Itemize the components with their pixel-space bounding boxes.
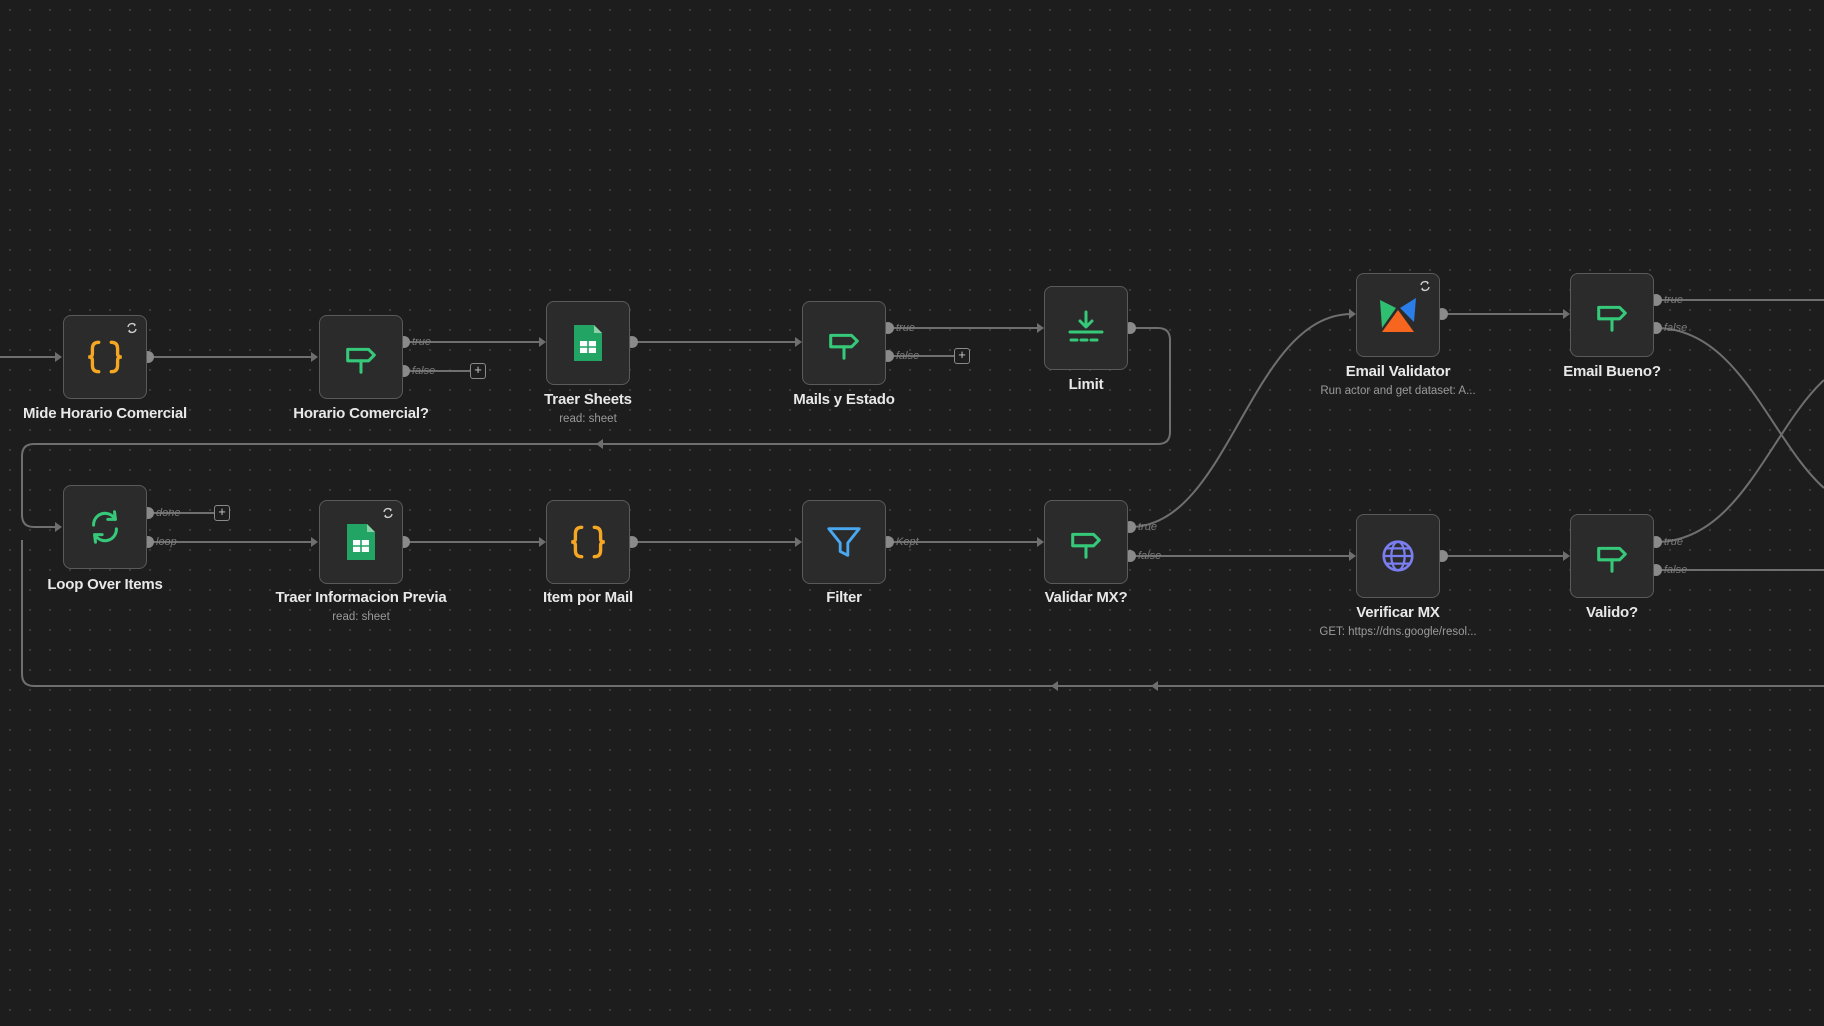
add-node-button-horario-false[interactable]: + — [470, 363, 486, 379]
code-braces-icon — [88, 340, 122, 374]
port-label-kept: Kept — [896, 536, 919, 548]
node-item-por-mail[interactable] — [546, 500, 630, 584]
port-label-done: done — [156, 507, 181, 519]
node-verificar-mx[interactable] — [1356, 514, 1440, 598]
node-traer-sheets[interactable] — [546, 301, 630, 385]
node-label: Verificar MX — [1356, 604, 1440, 621]
node-label: Horario Comercial? — [293, 405, 429, 422]
node-limit[interactable] — [1044, 286, 1128, 370]
port-label-false: false — [412, 365, 436, 377]
node-email-validator[interactable] — [1356, 273, 1440, 357]
arrow-loop-back — [596, 439, 603, 449]
arrow-limit — [1037, 323, 1044, 333]
node-valido[interactable] — [1570, 514, 1654, 598]
node-sublabel: GET: https://dns.google/resol... — [1319, 626, 1477, 638]
port-label-true: true — [1664, 536, 1683, 548]
arrow-filter — [795, 537, 802, 547]
signpost-icon — [1597, 546, 1627, 573]
repeat-badge-icon — [1420, 280, 1430, 292]
arrow-valido — [1563, 551, 1570, 561]
arrow-return-2 — [1151, 681, 1158, 691]
node-email-bueno[interactable] — [1570, 273, 1654, 357]
port-label-false: false — [1664, 564, 1688, 576]
add-node-button-loop-done[interactable]: + — [214, 505, 230, 521]
node-label: Item por Mail — [543, 589, 633, 606]
node-sublabel: read: sheet — [559, 413, 617, 425]
node-label: Email Validator — [1345, 363, 1451, 380]
connection-validarmx-true-emailvalidator — [1129, 313, 1353, 528]
arrow-emailbueno — [1563, 309, 1570, 319]
node-label: Mails y Estado — [793, 391, 895, 408]
google-sheets-icon — [347, 524, 375, 560]
port-label-true: true — [1664, 294, 1683, 306]
limit-icon — [1068, 310, 1104, 342]
node-label: Mide Horario Comercial — [23, 405, 187, 422]
node-label: Email Bueno? — [1563, 363, 1661, 380]
node-traer-informacion-previa[interactable] — [319, 500, 403, 584]
workflow-canvas[interactable]: true false true false true false done lo… — [0, 0, 1824, 1026]
node-loop-over-items[interactable] — [63, 485, 147, 569]
connections-layer — [0, 294, 1824, 691]
code-braces-icon — [571, 525, 605, 559]
arrow-verificar — [1349, 551, 1356, 561]
node-mide-horario-comercial[interactable] — [63, 315, 147, 399]
arrow-traer — [311, 537, 318, 547]
node-label: Traer Sheets — [544, 391, 632, 408]
apify-icon — [1380, 298, 1416, 332]
arrow-mide — [55, 352, 62, 362]
arrow-horario — [311, 352, 318, 362]
port-label-false: false — [1664, 322, 1688, 334]
port-label-true: true — [896, 322, 915, 334]
repeat-badge-icon — [383, 507, 393, 519]
arrow-return-1 — [1051, 681, 1058, 691]
node-label: Valido? — [1586, 604, 1638, 621]
signpost-icon — [1597, 305, 1627, 332]
loop-arrows-icon — [92, 510, 118, 544]
node-label: Loop Over Items — [47, 576, 163, 593]
port-label-loop: loop — [156, 536, 177, 548]
add-node-button-mails-false[interactable]: + — [954, 348, 970, 364]
arrow-validarmx — [1037, 537, 1044, 547]
arrow-mails — [795, 337, 802, 347]
port-label-true: true — [1138, 521, 1157, 533]
signpost-icon — [346, 347, 376, 374]
node-mails-y-estado[interactable] — [802, 301, 886, 385]
node-label: Limit — [1068, 376, 1104, 393]
signpost-icon — [829, 333, 859, 360]
port-label-true: true — [412, 336, 431, 348]
node-filter[interactable] — [802, 500, 886, 584]
node-sublabel: Run actor and get dataset: A... — [1320, 385, 1476, 397]
port-label-false: false — [896, 350, 920, 362]
node-label: Filter — [826, 589, 862, 606]
node-label: Validar MX? — [1044, 589, 1128, 606]
port-label-false: false — [1138, 550, 1162, 562]
globe-icon — [1382, 540, 1414, 572]
funnel-icon — [827, 527, 861, 557]
arrow-sheets — [539, 337, 546, 347]
google-sheets-icon — [574, 325, 602, 361]
node-horario-comercial[interactable] — [319, 315, 403, 399]
repeat-badge-icon — [127, 322, 137, 334]
node-label: Traer Informacion Previa — [275, 589, 447, 606]
arrow-item — [539, 537, 546, 547]
arrow-emailvalidator — [1349, 309, 1356, 319]
node-sublabel: read: sheet — [332, 611, 390, 623]
arrow-loop — [55, 522, 62, 532]
signpost-icon — [1071, 532, 1101, 559]
node-validar-mx[interactable] — [1044, 500, 1128, 584]
